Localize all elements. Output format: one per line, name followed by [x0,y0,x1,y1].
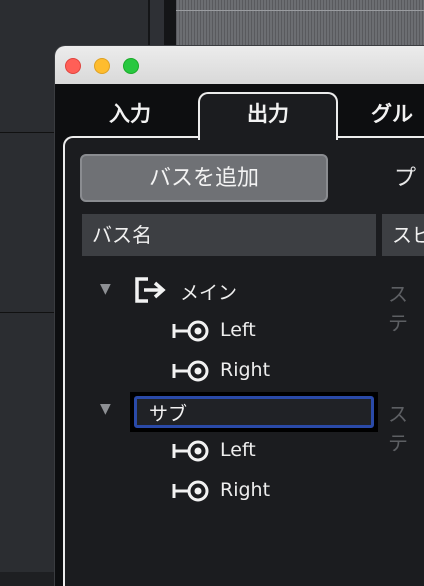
audio-connections-window: 入力 出力 グル [55,46,424,586]
tab-input[interactable]: 入力 [85,96,175,136]
bus-name-edit-field [130,392,378,432]
column-header-bus-name[interactable]: バス名 [82,214,376,256]
close-window-button[interactable] [65,58,81,74]
tab-group[interactable]: グル [371,96,424,136]
port-left-main[interactable]: Left [220,319,256,341]
tab-output[interactable]: 出力 [198,92,338,140]
port-left-sub[interactable]: Left [220,439,256,461]
disclosure-triangle-icon[interactable]: ▼ [100,281,111,297]
background-waveform-line [176,10,424,11]
port-right-main[interactable]: Right [220,359,270,381]
bus-name-main[interactable]: メイン [180,278,237,305]
presets-label[interactable]: プ [394,160,416,192]
title-bar[interactable] [55,46,424,84]
background-divider [0,312,56,313]
background-track-strip [150,0,164,46]
output-bus-icon [135,277,166,303]
port-connector-icon [172,360,209,382]
bus-name-input[interactable] [134,396,374,428]
column-header-speaker[interactable]: スピ [382,214,424,256]
zoom-window-button[interactable] [123,58,139,74]
port-connector-icon [172,320,209,342]
port-connector-icon [172,440,209,462]
port-connector-icon [172,480,209,502]
port-right-sub[interactable]: Right [220,479,270,501]
minimize-window-button[interactable] [94,58,110,74]
disclosure-triangle-icon[interactable]: ▼ [100,401,111,417]
background-waveform [176,0,424,46]
bus-config-main[interactable]: ステ [388,278,424,336]
add-bus-button[interactable]: バスを追加 [80,154,328,202]
background-divider [0,132,56,133]
bus-config-sub[interactable]: ステ [388,398,424,456]
